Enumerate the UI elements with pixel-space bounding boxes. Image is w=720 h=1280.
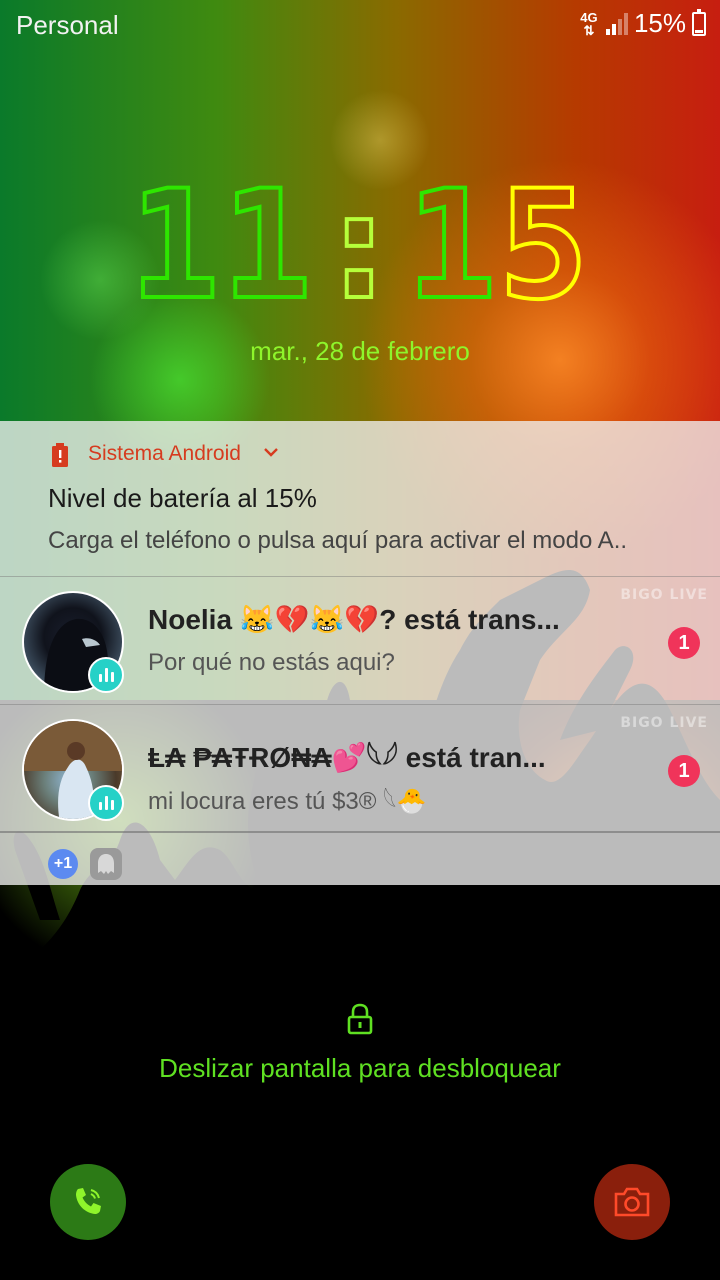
chevron-down-icon[interactable]	[262, 443, 280, 461]
signal-icon	[605, 12, 628, 35]
battery-percent: 15%	[633, 8, 686, 38]
camera-icon	[614, 1187, 650, 1217]
notification-title: Noelia 😹💔😹💔? está trans...	[148, 604, 560, 635]
system-notification-app: Sistema Android	[88, 442, 241, 465]
notification-item[interactable]: BIGO LIVE Ⱡ₳ ₱₳ŦɌØ₦₳💕𓆩𓆪 está tran... mi …	[0, 705, 720, 833]
overflow-count-badge: +1	[48, 849, 78, 879]
phone-icon	[76, 1188, 101, 1214]
status-bar: Personal 4G ⇅ 15%	[0, 0, 720, 52]
system-notification-text: Carga el teléfono o pulsa aquí para acti…	[48, 527, 628, 554]
notification-overflow[interactable]: +1	[0, 835, 720, 885]
lock-icon	[347, 1003, 373, 1035]
notification-title: Ⱡ₳ ₱₳ŦɌØ₦₳💕𓆩𓆪 está tran...	[148, 742, 546, 773]
battery-alert-icon	[52, 443, 68, 467]
notification-text: mi locura eres tú $3® 𓆩🐣	[148, 788, 427, 815]
notification-text: Por qué no estás aqui?	[148, 649, 395, 676]
clock-minute-ones: 5	[496, 159, 591, 333]
unread-count-badge: 1	[668, 627, 700, 659]
live-bars-icon	[88, 657, 124, 693]
camera-shortcut-button[interactable]	[594, 1164, 670, 1240]
system-notification[interactable]: Sistema Android Nivel de batería al 15% …	[0, 421, 720, 577]
app-watermark: BIGO LIVE	[620, 587, 708, 603]
live-bars-icon	[88, 785, 124, 821]
lockscreen-clock: 11:15	[0, 169, 720, 323]
lockscreen-date: mar., 28 de febrero	[250, 336, 470, 366]
network-type-label: 4G	[580, 9, 598, 25]
unlock-hint: Deslizar pantalla para desbloquear	[159, 1053, 561, 1083]
clock-hours: 11	[127, 159, 314, 333]
clock-separator: :	[312, 159, 407, 333]
ghost-icon	[98, 854, 114, 874]
battery-icon	[692, 8, 706, 36]
system-notification-title: Nivel de batería al 15%	[48, 483, 317, 513]
carrier-name: Personal	[16, 10, 119, 40]
app-watermark: BIGO LIVE	[620, 715, 708, 731]
phone-shortcut-button[interactable]	[50, 1164, 126, 1240]
notification-panel: Sistema Android Nivel de batería al 15% …	[0, 421, 720, 885]
status-icons: 4G ⇅ 15%	[578, 8, 706, 39]
unread-count-badge: 1	[668, 755, 700, 787]
notification-item[interactable]: BIGO LIVE Noelia 😹💔😹💔? está trans... Por…	[0, 577, 720, 705]
app-icon	[90, 848, 122, 880]
network-type-icon: 4G ⇅	[580, 9, 598, 38]
clock-minute-tens: 1	[404, 159, 499, 333]
